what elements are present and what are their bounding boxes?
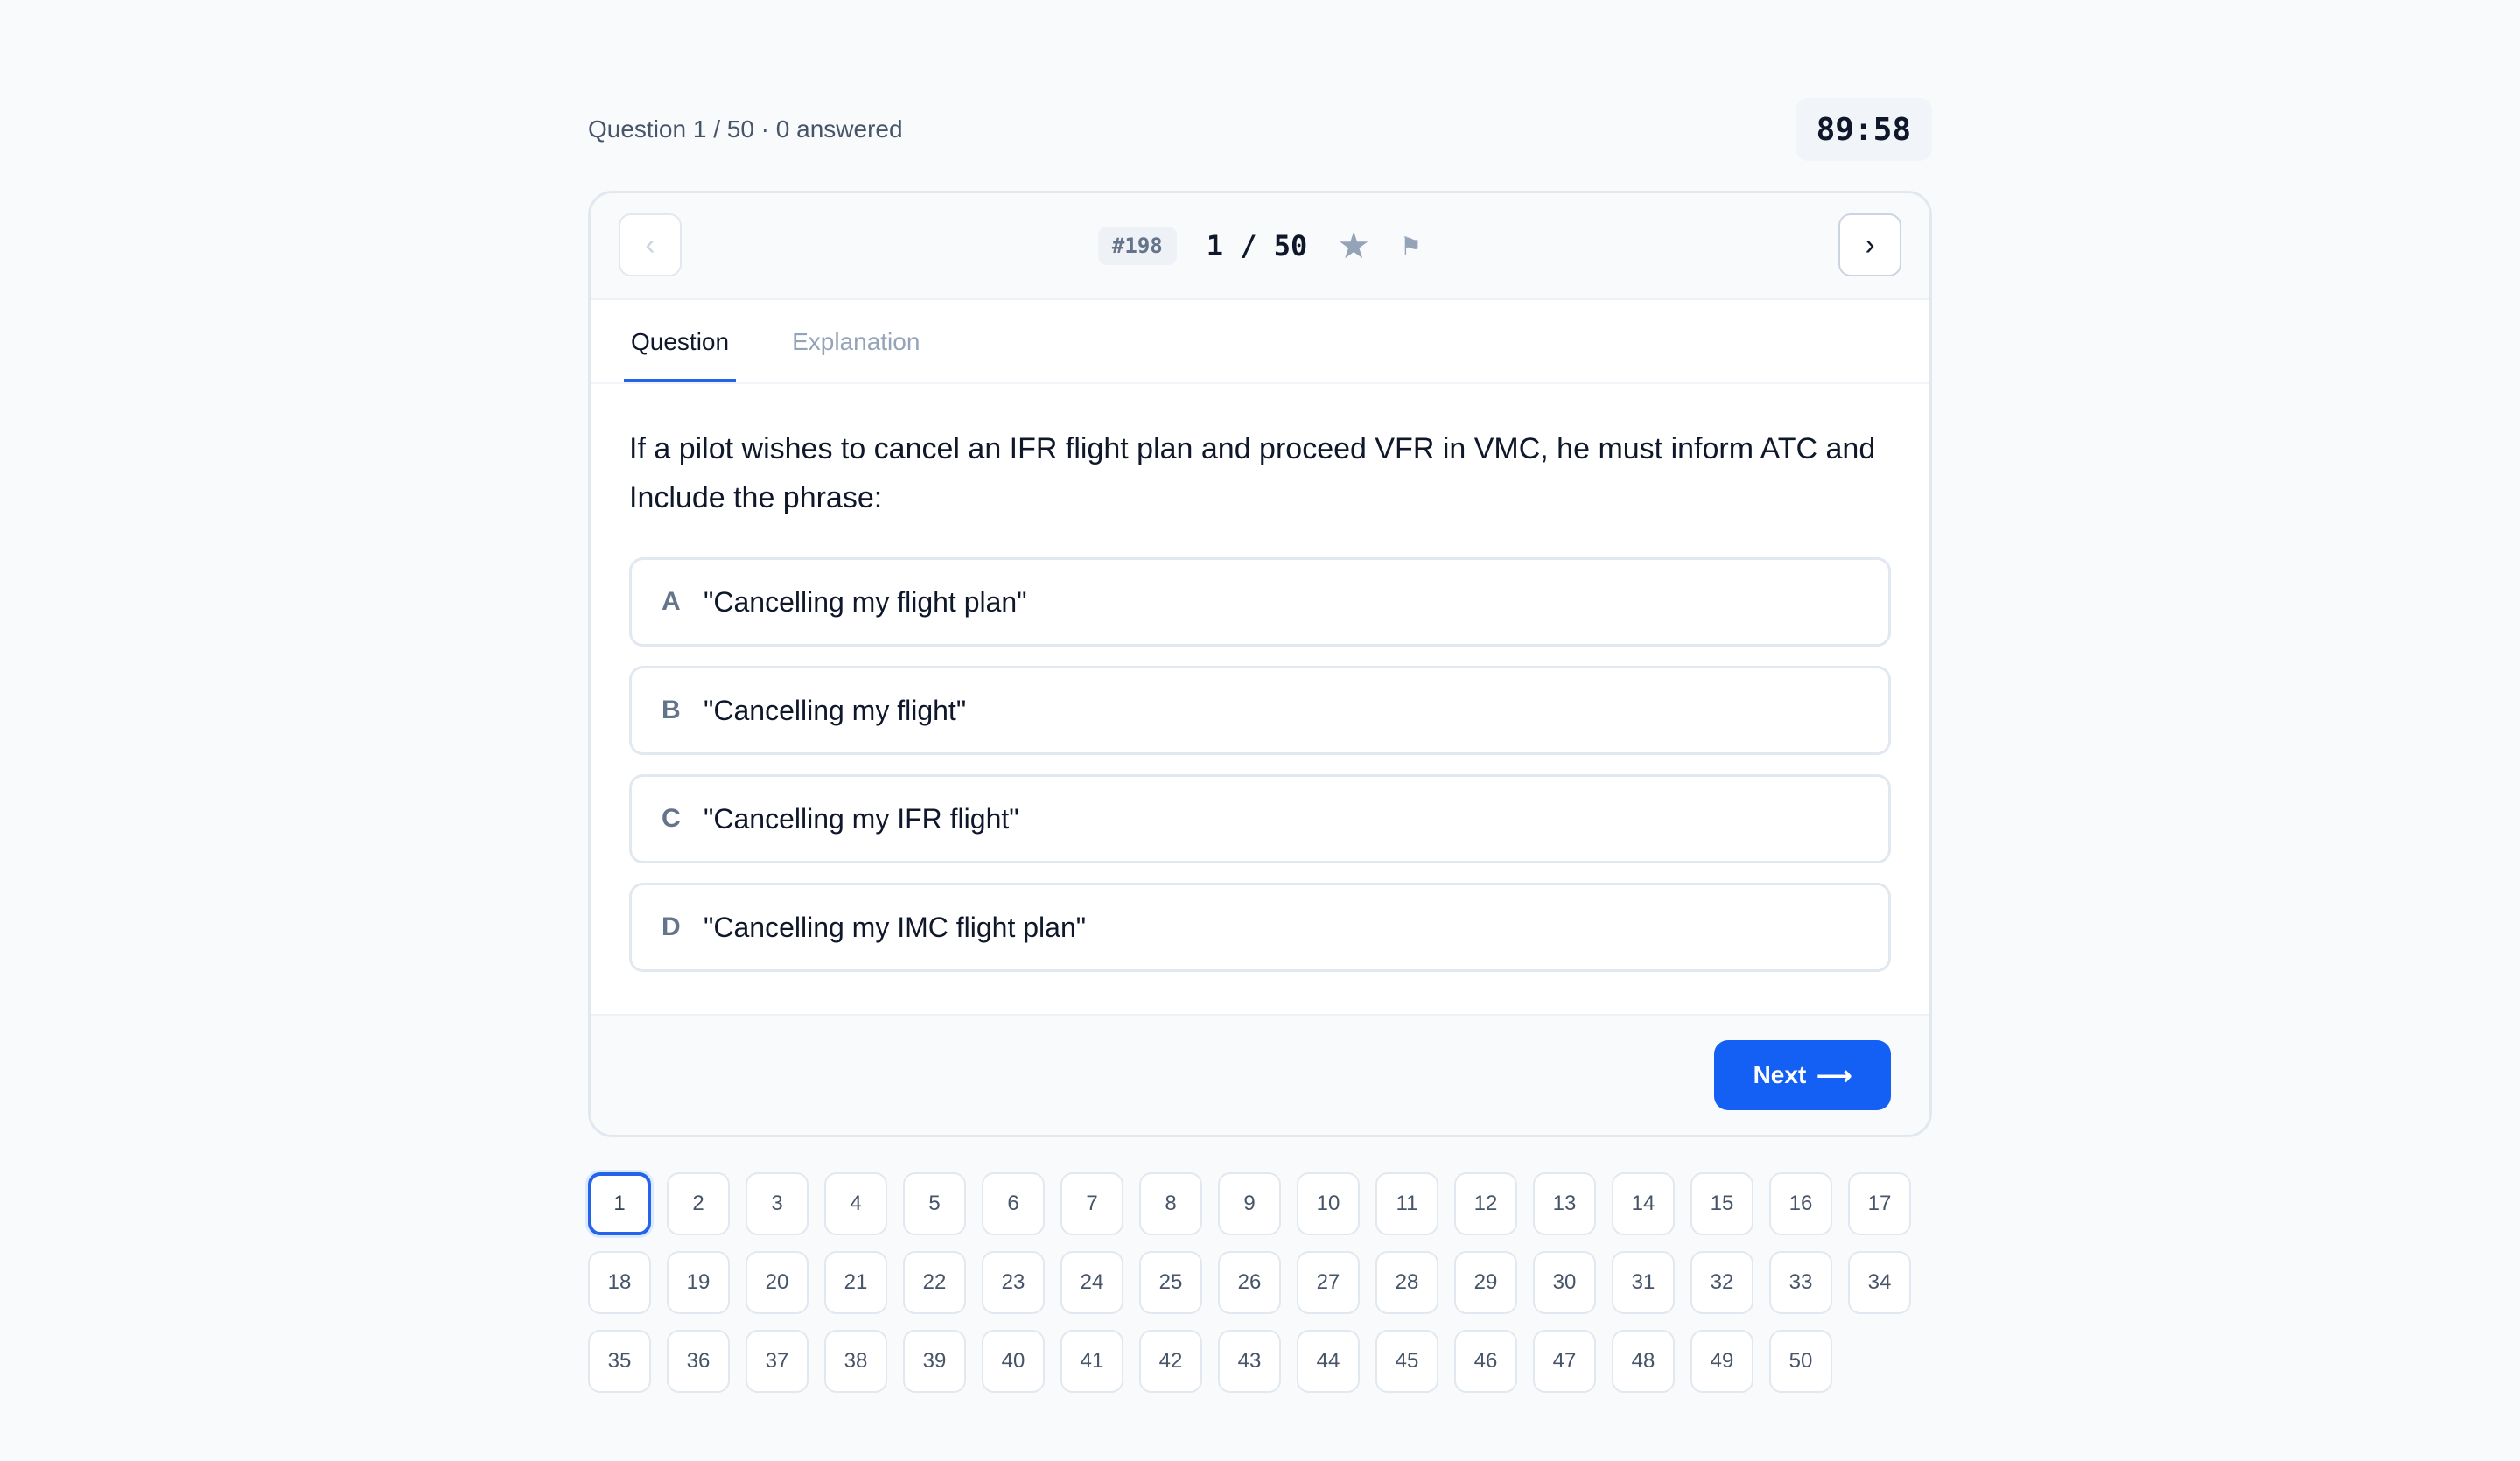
- question-nav-cell[interactable]: 41: [1060, 1330, 1124, 1393]
- option-text: "Cancelling my flight plan": [704, 585, 1027, 618]
- question-text: If a pilot wishes to cancel an IFR fligh…: [629, 432, 1876, 514]
- tab-bar: Question Explanation: [591, 300, 1929, 384]
- next-button-label: Next: [1753, 1061, 1807, 1088]
- option-text: "Cancelling my IMC flight plan": [704, 911, 1087, 943]
- question-nav-cell[interactable]: 34: [1848, 1251, 1911, 1314]
- question-nav-cell[interactable]: 33: [1769, 1251, 1832, 1314]
- question-nav-cell[interactable]: 24: [1060, 1251, 1124, 1314]
- question-nav-cell[interactable]: 22: [903, 1251, 966, 1314]
- question-nav-cell[interactable]: 43: [1218, 1330, 1281, 1393]
- question-nav-cell[interactable]: 7: [1060, 1172, 1124, 1235]
- question-nav-cell[interactable]: 46: [1454, 1330, 1517, 1393]
- previous-question-button[interactable]: ‹: [619, 213, 682, 276]
- progress-text: Question 1 / 50 · 0 answered: [588, 115, 903, 143]
- answer-option-b[interactable]: B "Cancelling my flight": [629, 666, 1891, 755]
- timer: 89:58: [1795, 98, 1932, 161]
- question-nav-cell[interactable]: 13: [1533, 1172, 1596, 1235]
- question-nav-cell[interactable]: 45: [1376, 1330, 1438, 1393]
- question-nav-cell[interactable]: 40: [982, 1330, 1045, 1393]
- question-nav-cell[interactable]: 48: [1612, 1330, 1675, 1393]
- option-letter: C: [662, 804, 681, 833]
- answer-option-c[interactable]: C "Cancelling my IFR flight": [629, 774, 1891, 863]
- tab-explanation[interactable]: Explanation: [785, 328, 927, 382]
- arrow-right-icon: ⟶: [1816, 1061, 1852, 1089]
- question-nav-cell[interactable]: 37: [746, 1330, 808, 1393]
- question-nav-cell[interactable]: 35: [588, 1330, 651, 1393]
- question-nav-cell[interactable]: 2: [667, 1172, 730, 1235]
- question-nav-cell[interactable]: 49: [1690, 1330, 1754, 1393]
- question-nav-cell[interactable]: 25: [1139, 1251, 1202, 1314]
- question-nav-cell[interactable]: 10: [1297, 1172, 1360, 1235]
- answer-options: A "Cancelling my flight plan" B "Cancell…: [629, 557, 1891, 972]
- question-nav-cell[interactable]: 28: [1376, 1251, 1438, 1314]
- question-nav-cell[interactable]: 50: [1769, 1330, 1832, 1393]
- question-counter: 1 / 50: [1206, 229, 1308, 262]
- option-letter: B: [662, 696, 681, 724]
- question-nav-cell[interactable]: 5: [903, 1172, 966, 1235]
- option-text: "Cancelling my IFR flight": [704, 802, 1019, 835]
- question-nav-cell[interactable]: 23: [982, 1251, 1045, 1314]
- question-nav-cell[interactable]: 19: [667, 1251, 730, 1314]
- option-text: "Cancelling my flight": [704, 694, 967, 726]
- answer-option-d[interactable]: D "Cancelling my IMC flight plan": [629, 883, 1891, 972]
- question-nav-cell[interactable]: 1: [588, 1172, 651, 1235]
- question-nav-cell[interactable]: 18: [588, 1251, 651, 1314]
- question-nav-cell[interactable]: 44: [1297, 1330, 1360, 1393]
- question-nav-cell[interactable]: 47: [1533, 1330, 1596, 1393]
- tab-question[interactable]: Question: [624, 328, 737, 382]
- question-nav-cell[interactable]: 26: [1218, 1251, 1281, 1314]
- question-meta: #198 1 / 50 ★ ⚑: [1097, 227, 1422, 265]
- question-body: If a pilot wishes to cancel an IFR fligh…: [591, 384, 1929, 1014]
- option-letter: A: [662, 587, 681, 616]
- question-card: ‹ #198 1 / 50 ★ ⚑ › Question Explanation…: [588, 191, 1932, 1137]
- chevron-left-icon: ‹: [645, 227, 655, 262]
- top-bar: Question 1 / 50 · 0 answered 89:58: [588, 96, 1932, 163]
- option-letter: D: [662, 912, 681, 941]
- question-nav-cell[interactable]: 30: [1533, 1251, 1596, 1314]
- question-nav-cell[interactable]: 29: [1454, 1251, 1517, 1314]
- quiz-page: Question 1 / 50 · 0 answered 89:58 ‹ #19…: [588, 96, 1932, 1393]
- question-nav-cell[interactable]: 39: [903, 1330, 966, 1393]
- next-button[interactable]: Next ⟶: [1714, 1040, 1891, 1110]
- question-nav-cell[interactable]: 15: [1690, 1172, 1754, 1235]
- question-nav-cell[interactable]: 32: [1690, 1251, 1754, 1314]
- star-icon[interactable]: ★: [1337, 227, 1370, 264]
- question-id-badge: #198: [1097, 227, 1177, 265]
- question-nav-cell[interactable]: 31: [1612, 1251, 1675, 1314]
- question-nav-cell[interactable]: 9: [1218, 1172, 1281, 1235]
- question-nav-cell[interactable]: 6: [982, 1172, 1045, 1235]
- question-nav-cell[interactable]: 38: [824, 1330, 887, 1393]
- card-footer: Next ⟶: [591, 1014, 1929, 1135]
- question-nav-cell[interactable]: 4: [824, 1172, 887, 1235]
- question-nav-cell[interactable]: 11: [1376, 1172, 1438, 1235]
- question-nav-cell[interactable]: 27: [1297, 1251, 1360, 1314]
- question-nav-cell[interactable]: 20: [746, 1251, 808, 1314]
- question-nav-cell[interactable]: 14: [1612, 1172, 1675, 1235]
- answer-option-a[interactable]: A "Cancelling my flight plan": [629, 557, 1891, 647]
- card-header: ‹ #198 1 / 50 ★ ⚑ ›: [591, 193, 1929, 300]
- question-nav-cell[interactable]: 8: [1139, 1172, 1202, 1235]
- question-nav-cell[interactable]: 21: [824, 1251, 887, 1314]
- question-nav-cell[interactable]: 36: [667, 1330, 730, 1393]
- question-navigator: 1 2 3 4 5 6 7 8 9 10 11 12 13 14 15 16 17 18 19 20 21 22 23 24 2…: [588, 1172, 1932, 1393]
- question-nav-cell[interactable]: 12: [1454, 1172, 1517, 1235]
- next-question-arrow-button[interactable]: ›: [1838, 213, 1901, 276]
- chevron-right-icon: ›: [1865, 227, 1875, 262]
- question-nav-cell[interactable]: 42: [1139, 1330, 1202, 1393]
- question-nav-cell[interactable]: 16: [1769, 1172, 1832, 1235]
- flag-icon[interactable]: ⚑: [1400, 232, 1422, 261]
- question-nav-cell[interactable]: 17: [1848, 1172, 1911, 1235]
- question-nav-cell[interactable]: 3: [746, 1172, 808, 1235]
